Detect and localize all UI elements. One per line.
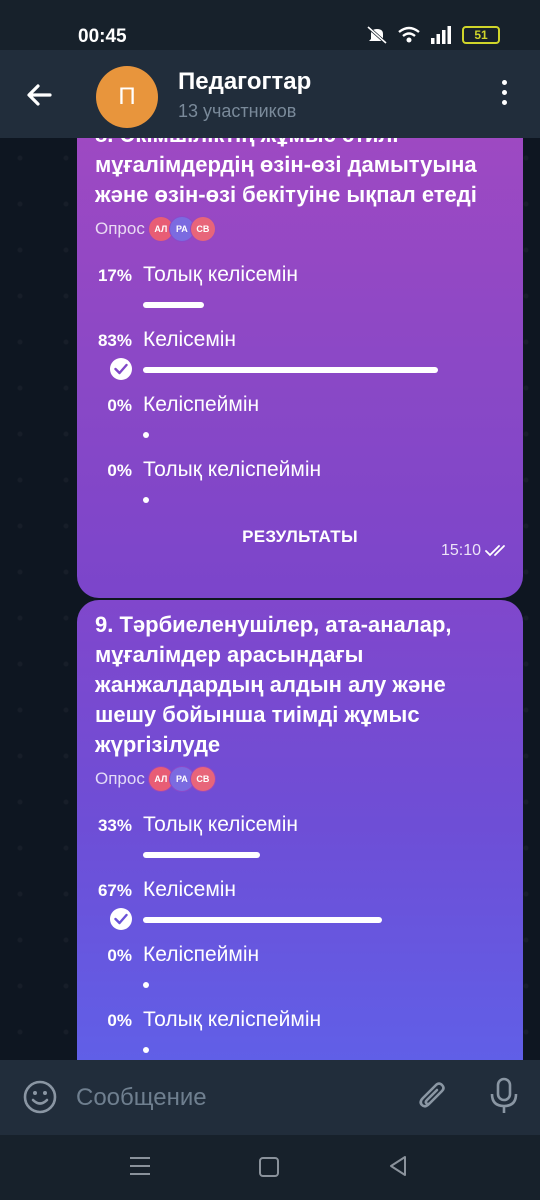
option-bar [143,497,149,503]
poll-type-label: Опрос [95,769,145,788]
option-label: Келіспеймін [143,393,260,416]
recent-apps-icon[interactable] [130,1157,150,1175]
home-icon[interactable] [259,1157,279,1177]
poll-option[interactable]: 0% Толық келіспеймін [95,455,505,520]
chat-avatar[interactable]: П [96,66,158,128]
poll-meta: Опрос АЛ РА СВ [95,766,505,792]
option-bar [143,432,149,438]
option-percent: 0% [107,1011,132,1030]
message-time: 15:10 [441,542,511,560]
option-label: Толық келісемін [143,263,298,286]
message-input-bar: Сообщение [0,1060,540,1135]
emoji-icon[interactable] [22,1079,58,1115]
poll-option[interactable]: 17% Толық келісемін [95,260,505,325]
option-label: Толық келісемін [143,813,298,836]
option-label: Толық келіспеймін [143,1008,322,1031]
poll-options: 33% Толық келісемін 67% Келісемін 0% Кел… [95,810,505,1060]
check-icon [110,908,132,930]
chat-area[interactable]: 8. Әкімшіліктің жұмыс стилі мұғалімдерді… [0,138,540,1060]
message-input[interactable]: Сообщение [76,1084,207,1112]
voter-avatar: СВ [189,216,216,242]
option-percent: 0% [107,946,132,965]
microphone-icon[interactable] [486,1076,522,1116]
option-label: Келіспеймін [143,943,260,966]
option-percent: 0% [107,461,132,480]
option-label: Келісемін [143,328,237,351]
signal-icon [431,26,451,44]
paperclip-icon[interactable] [414,1078,452,1116]
option-percent: 83% [97,331,132,350]
poll-option[interactable]: 67% Келісемін [95,875,505,940]
poll-option[interactable]: 0% Келіспеймін [95,390,505,455]
poll-type-label: Опрос [95,219,145,238]
chat-header: П Педагогтар 13 участников [0,50,540,138]
back-arrow-icon[interactable] [20,76,62,114]
option-bar [143,982,149,988]
status-time: 00:45 [78,26,127,47]
option-bar [143,852,261,858]
poll-options: 17% Толық келісемін 83% Келісемін 0% Кел… [95,260,505,520]
option-bar [143,302,204,308]
option-label: Келісемін [143,878,237,901]
option-percent: 0% [107,396,132,415]
poll-option[interactable]: 33% Толық келісемін [95,810,505,875]
voter-avatar: СВ [189,766,216,792]
mute-icon [367,25,387,45]
option-percent: 17% [97,266,132,285]
poll-message: 9. Тәрбиеленушілер, ата-аналар, мұғалімд… [77,600,523,1060]
wifi-icon [398,26,420,43]
option-bar [143,367,439,373]
chat-title[interactable]: Педагогтар [178,68,311,96]
poll-option[interactable]: 0% Толық келіспеймін [95,1005,505,1060]
more-options-icon[interactable] [492,80,516,112]
option-percent: 67% [97,881,132,900]
poll-meta: Опрос АЛ РА СВ [95,216,505,242]
option-bar [143,1047,149,1053]
nav-back-icon[interactable] [388,1155,408,1177]
check-icon [110,358,132,380]
message-timestamp: 15:10 [440,542,481,559]
double-check-icon [485,545,505,557]
poll-message: 8. Әкімшіліктің жұмыс стилі мұғалімдерді… [77,138,523,598]
option-percent: 33% [97,816,132,835]
battery-icon: 51 [462,26,500,44]
poll-option[interactable]: 0% Келіспеймін [95,940,505,1005]
member-count: 13 участников [178,101,297,121]
poll-question: 8. Әкімшіліктің жұмыс стилі мұғалімдерді… [95,138,477,207]
option-label: Толық келіспеймін [143,458,322,481]
option-bar [143,917,382,923]
poll-option[interactable]: 83% Келісемін [95,325,505,390]
system-nav-bar [0,1135,540,1200]
status-icons: 51 [366,25,500,45]
poll-question: 9. Тәрбиеленушілер, ата-аналар, мұғалімд… [95,612,452,757]
